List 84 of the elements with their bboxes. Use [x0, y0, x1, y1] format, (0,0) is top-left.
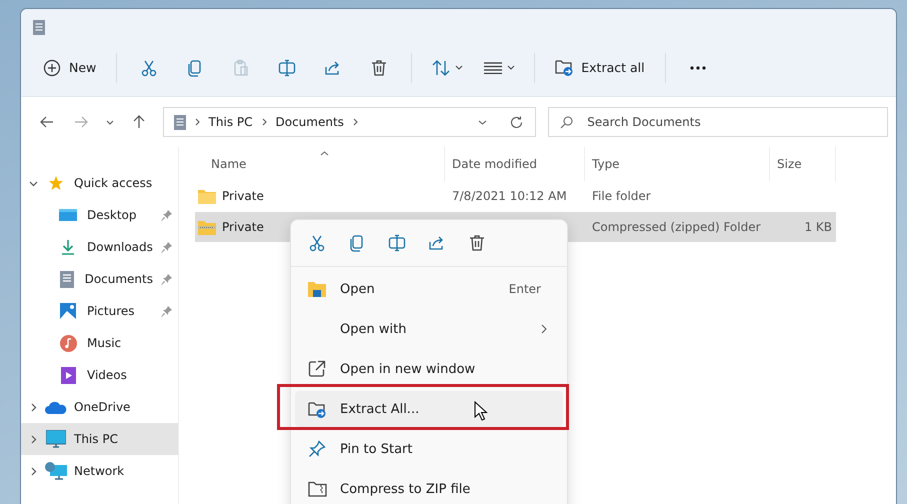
- nav-item[interactable]: Pictures: [21, 295, 178, 327]
- refresh-icon: [510, 116, 524, 128]
- file-name: Private: [222, 220, 264, 234]
- document-icon: [33, 20, 45, 34]
- document-icon: [60, 270, 74, 288]
- trash-icon: [370, 58, 388, 76]
- search-field[interactable]: Search Documents: [548, 107, 888, 137]
- size-cell-text: 1 KB: [803, 220, 833, 234]
- nav-item[interactable]: Quick access: [21, 167, 178, 199]
- column-header[interactable]: Size: [770, 147, 836, 181]
- folder-arrow-icon: [555, 59, 574, 76]
- music-icon: [60, 334, 76, 352]
- nav-item[interactable]: Network: [21, 455, 178, 487]
- nav-item[interactable]: Desktop: [21, 199, 178, 231]
- menu-item[interactable]: Open with: [295, 311, 563, 347]
- search-icon: [560, 116, 574, 129]
- column-header[interactable]: Type: [585, 147, 770, 181]
- chevron-right-icon: [29, 466, 38, 476]
- pin-icon: [308, 440, 326, 458]
- lines-icon: [484, 62, 502, 74]
- scissors-icon: [308, 234, 326, 252]
- ellipsis-icon: [690, 66, 706, 70]
- date-cell-text: 7/8/2021 10:12 AM: [451, 189, 568, 203]
- caret-icon: [506, 65, 515, 70]
- column-header[interactable]: Date modified: [445, 147, 585, 181]
- file-row[interactable]: Private 7/8/2021 10:12 AM File folder: [195, 181, 836, 211]
- type-cell-text: Compressed (zipped) Folder: [591, 220, 762, 234]
- folder-icon: [198, 188, 216, 204]
- zip-folder-icon: [198, 220, 216, 234]
- up-arrow-icon: [132, 115, 145, 129]
- left-arrow-icon: [40, 116, 54, 128]
- address-bar[interactable]: This PC Documents: [162, 107, 536, 137]
- menu-item[interactable]: Compress to ZIP file: [295, 471, 563, 504]
- new-button[interactable]: New: [33, 50, 106, 84]
- caret-icon: [454, 65, 463, 70]
- desktop-icon: [59, 208, 77, 222]
- folder-icon: [308, 281, 326, 297]
- nav-item[interactable]: Videos: [21, 359, 178, 391]
- menu-item[interactable]: Extract All...: [295, 391, 563, 427]
- nav-item[interactable]: OneDrive: [21, 391, 178, 423]
- monitor-icon: [46, 430, 66, 448]
- mouse-cursor-icon: [474, 401, 488, 422]
- chevron-right-icon: [29, 434, 38, 444]
- chevron-right-icon: [541, 324, 547, 334]
- extract-all-button[interactable]: Extract all: [545, 50, 655, 84]
- menu-item[interactable]: Pin to Start: [295, 431, 563, 467]
- shortcut-text: Enter: [508, 282, 541, 296]
- scissors-icon: [140, 58, 158, 76]
- picture-icon: [60, 303, 76, 319]
- plus-circle-icon: [43, 58, 61, 76]
- download-icon: [60, 239, 76, 255]
- zip-folder-icon: [308, 481, 326, 497]
- nav-item[interactable]: This PC: [21, 423, 178, 455]
- rename-icon: [388, 234, 406, 252]
- chevron-right-icon: [194, 118, 200, 126]
- folder-arrow-icon: [308, 400, 326, 418]
- document-icon: [174, 114, 186, 130]
- menu-item[interactable]: Open in new window: [295, 351, 563, 387]
- breadcrumb[interactable]: This PC: [208, 115, 252, 129]
- type-cell-text: File folder: [591, 189, 652, 203]
- chevron-right-icon: [352, 118, 358, 126]
- trash-icon: [468, 234, 486, 252]
- network-icon: [45, 462, 67, 480]
- sort-up-icon: [320, 151, 329, 156]
- file-name: Private: [222, 189, 264, 203]
- cloud-icon: [45, 400, 67, 414]
- video-icon: [60, 366, 76, 384]
- sort-arrows-icon: [432, 60, 450, 76]
- chevron-down-icon: [29, 178, 38, 188]
- nav-item[interactable]: Downloads: [21, 231, 178, 263]
- open-window-icon: [308, 360, 326, 378]
- menu-item[interactable]: Open Enter: [295, 271, 563, 307]
- star-icon: [48, 175, 64, 191]
- chevron-right-icon: [262, 118, 266, 126]
- nav-item[interactable]: Documents: [21, 263, 178, 295]
- caret-icon: [478, 120, 488, 124]
- right-arrow-icon: [74, 116, 88, 128]
- nav-item[interactable]: Music: [21, 327, 178, 359]
- breadcrumb[interactable]: Documents: [276, 115, 344, 129]
- column-header[interactable]: Name: [195, 147, 445, 181]
- chevron-right-icon: [29, 402, 38, 412]
- rename-icon: [278, 58, 296, 76]
- caret-icon: [106, 120, 114, 124]
- clipboard-icon: [232, 58, 250, 76]
